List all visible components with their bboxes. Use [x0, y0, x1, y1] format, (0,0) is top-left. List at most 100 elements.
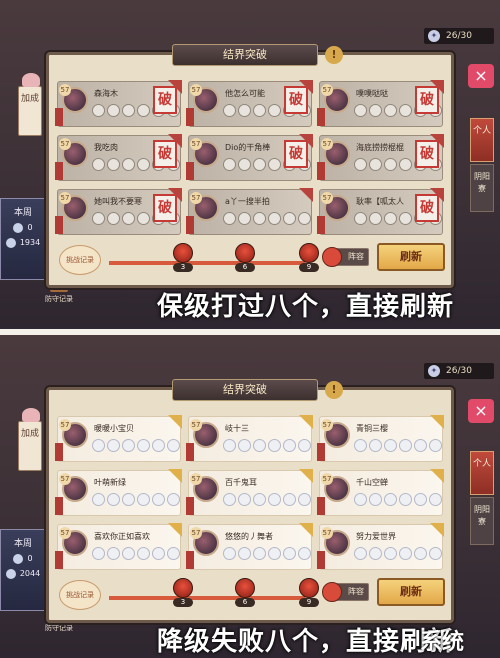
- ticket-icon: [13, 554, 24, 564]
- level-badge: 57: [59, 419, 71, 431]
- star-slots: [223, 547, 311, 560]
- star-slot-icon: [238, 212, 251, 225]
- week-label: 本周: [13, 539, 32, 549]
- opponent-card[interactable]: 57 Dio的干角棒破: [186, 134, 313, 181]
- star-slot-icon: [223, 493, 236, 506]
- screen-bottom: ✦ 26/30 × 加成 本周 0 2044 防守记录 个人 阴阳寮 结界突破! …: [0, 335, 500, 658]
- star-slot-icon: [369, 104, 382, 117]
- star-slot-icon: [107, 439, 120, 452]
- star-slot-icon: [253, 493, 266, 506]
- breakthrough-board: 57 暖暖小宝贝 57 岐十三 57 青铜三樱 57 叶萌新绿 57 百千鬼耳 57 千山空蝉 57 喜欢…: [46, 387, 454, 623]
- progress-track: [109, 261, 305, 265]
- opponent-name: 森海木: [94, 89, 118, 98]
- rank-icon: [5, 569, 16, 579]
- star-slot-icon: [354, 158, 367, 171]
- tab-personal[interactable]: 个人: [470, 451, 494, 495]
- opponent-card[interactable]: 57 百千鬼耳: [186, 469, 313, 516]
- daruma-reward-icon[interactable]: [235, 578, 255, 598]
- refresh-button[interactable]: 刷新: [377, 243, 445, 271]
- opponent-card[interactable]: 57 耿率【呱太人破: [317, 188, 444, 235]
- level-badge: 57: [321, 138, 333, 150]
- milestone-count: 6: [235, 263, 255, 272]
- lineup-button[interactable]: 阵容: [322, 582, 369, 602]
- daruma-reward-icon[interactable]: [173, 578, 193, 598]
- star-slot-icon: [238, 547, 251, 560]
- star-slot-icon: [92, 212, 105, 225]
- star-slot-icon: [137, 212, 150, 225]
- opponent-card[interactable]: 57 叶萌新绿: [55, 469, 182, 516]
- opponent-card[interactable]: 57 她叫我不要寒破: [55, 188, 182, 235]
- screen-top: ✦ 26/30 × 加成 本周 0 1934 防守记录 个人 阴阳寮 结界突破! …: [0, 0, 500, 329]
- close-button[interactable]: ×: [468, 64, 494, 88]
- flag-icon: [299, 415, 313, 429]
- star-slot-icon: [268, 493, 281, 506]
- tab-personal[interactable]: 个人: [470, 118, 494, 162]
- challenge-record-badge[interactable]: 挑战记录: [59, 245, 101, 275]
- caption: 保级打过八个，直接刷新: [156, 292, 454, 322]
- star-slot-icon: [137, 104, 150, 117]
- level-badge: 57: [321, 473, 333, 485]
- ribbon-icon: [186, 108, 194, 126]
- bonus-tab[interactable]: 加成: [18, 73, 42, 136]
- star-slot-icon: [268, 212, 281, 225]
- bonus-tab[interactable]: 加成: [18, 408, 42, 471]
- opponent-card[interactable]: 57 他怎么可能破: [186, 80, 313, 127]
- daruma-reward-icon[interactable]: [173, 243, 193, 263]
- opponent-card[interactable]: 57 海底捞捞棍棍破: [317, 134, 444, 181]
- star-slot-icon: [253, 439, 266, 452]
- star-slot-icon: [167, 547, 180, 560]
- level-badge: 57: [190, 473, 202, 485]
- flag-icon: [168, 415, 182, 429]
- opponent-card[interactable]: 57 喜欢你正如喜欢: [55, 523, 182, 570]
- opponent-card[interactable]: 57 青铜三樱: [317, 415, 444, 462]
- info-icon[interactable]: !: [325, 381, 343, 399]
- progress-track: [109, 596, 305, 600]
- ticket-counter: ✦ 26/30: [424, 363, 494, 379]
- level-badge: 57: [190, 419, 202, 431]
- star-slot-icon: [369, 212, 382, 225]
- ribbon-icon: [317, 162, 325, 180]
- opponent-card[interactable]: 57 悠悠的丿舞者: [186, 523, 313, 570]
- star-slot-icon: [384, 547, 397, 560]
- lineup-icon: [322, 247, 342, 267]
- star-slot-icon: [369, 493, 382, 506]
- daruma-reward-icon[interactable]: [299, 243, 319, 263]
- milestone-count: 9: [299, 598, 319, 607]
- opponent-name: 他怎么可能: [225, 89, 265, 98]
- daruma-reward-icon[interactable]: [299, 578, 319, 598]
- right-tabs: 个人 阴阳寮: [470, 451, 494, 545]
- tab-guild[interactable]: 阴阳寮: [470, 497, 494, 545]
- opponent-card[interactable]: 57 噗噗哒哒破: [317, 80, 444, 127]
- ribbon-icon: [317, 108, 325, 126]
- lineup-icon: [322, 582, 342, 602]
- week-score-row: 2044: [1, 569, 45, 579]
- opponent-card[interactable]: 57 努力爱世界: [317, 523, 444, 570]
- star-slot-icon: [429, 493, 442, 506]
- star-slot-icon: [268, 439, 281, 452]
- ribbon-icon: [186, 216, 194, 234]
- refresh-button[interactable]: 刷新: [377, 578, 445, 606]
- star-slot-icon: [152, 493, 165, 506]
- daruma-reward-icon[interactable]: [235, 243, 255, 263]
- star-slot-icon: [283, 212, 296, 225]
- star-slot-icon: [369, 439, 382, 452]
- star-slot-icon: [354, 493, 367, 506]
- opponent-card[interactable]: 57 森海木破: [55, 80, 182, 127]
- week-count-row: 0: [1, 223, 45, 233]
- info-icon[interactable]: !: [325, 46, 343, 64]
- opponent-card[interactable]: 57 我吃肉破: [55, 134, 182, 181]
- lineup-button[interactable]: 阵容: [322, 247, 369, 267]
- flag-icon: [430, 523, 444, 537]
- opponent-card[interactable]: 57 a丫一搜半拍: [186, 188, 313, 235]
- ribbon-icon: [55, 443, 63, 461]
- challenge-record-badge[interactable]: 挑战记录: [59, 580, 101, 610]
- opponent-card[interactable]: 57 暖暖小宝贝: [55, 415, 182, 462]
- star-slot-icon: [253, 104, 266, 117]
- opponent-card[interactable]: 57 岐十三: [186, 415, 313, 462]
- level-badge: 57: [190, 138, 202, 150]
- opponent-card[interactable]: 57 千山空蝉: [317, 469, 444, 516]
- star-slot-icon: [253, 212, 266, 225]
- star-slot-icon: [107, 158, 120, 171]
- close-button[interactable]: ×: [468, 399, 494, 423]
- tab-guild[interactable]: 阴阳寮: [470, 164, 494, 212]
